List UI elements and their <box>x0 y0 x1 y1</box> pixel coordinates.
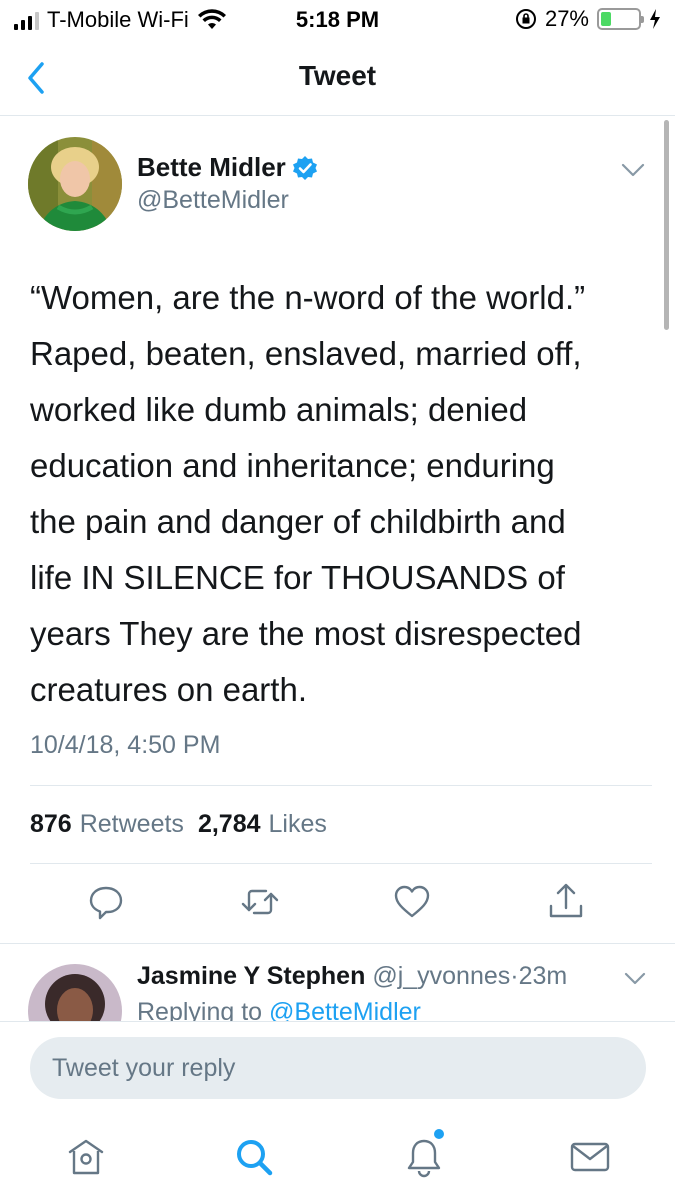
tweet-text-line: worked like dumb animals; denied <box>30 391 528 428</box>
author-name[interactable]: Bette Midler <box>137 152 318 183</box>
orientation-lock-icon <box>515 9 536 29</box>
home-icon[interactable] <box>64 1135 108 1179</box>
tweet-text-line: years They are the most disrespected <box>30 615 582 652</box>
tweet-text-line: creatures on earth. <box>30 671 307 708</box>
tweet-text-line: life IN SILENCE for THOUSANDS of <box>30 559 565 596</box>
status-right: 27% <box>515 6 661 32</box>
tweet-stats: 876 Retweets 2,784 Likes <box>30 810 327 839</box>
status-bar: T-Mobile Wi-Fi 5:18 PM 27% <box>0 0 675 40</box>
reply-time: 23m <box>518 962 568 990</box>
scrollbar[interactable] <box>664 120 669 330</box>
replying-to-prefix: Replying to <box>137 998 263 1021</box>
tweet-text-line: education and inheritance; enduring <box>30 447 555 484</box>
like-icon[interactable] <box>392 880 432 924</box>
tweet-text: “Women, are the n-word of the world.” Ra… <box>30 270 650 718</box>
messages-icon[interactable] <box>568 1135 612 1179</box>
like-label: Likes <box>268 810 327 838</box>
verified-badge-icon <box>292 155 317 180</box>
reply-avatar-image <box>28 964 122 1021</box>
tweet-text-line: “Women, are the n-word of the world.” <box>30 279 586 316</box>
compose-bar <box>0 1021 675 1115</box>
share-icon[interactable] <box>546 880 586 924</box>
search-icon[interactable] <box>232 1135 276 1179</box>
avatar[interactable] <box>28 137 122 231</box>
divider <box>30 785 652 786</box>
notification-dot <box>434 1129 444 1139</box>
likes-stat[interactable]: 2,784 Likes <box>198 810 327 839</box>
battery-icon <box>597 8 644 30</box>
retweets-stat[interactable]: 876 Retweets <box>30 810 184 839</box>
author-handle[interactable]: @BetteMidler <box>137 186 289 215</box>
notifications-icon <box>407 1139 441 1178</box>
reply-input[interactable] <box>30 1037 646 1099</box>
reply-item[interactable]: Jasmine Y Stephen @j_yvonnes·23m Replyin… <box>0 944 675 1021</box>
tweet-timestamp: 10/4/18, 4:50 PM <box>30 731 221 759</box>
avatar-image <box>28 137 122 231</box>
page-title: Tweet <box>298 60 377 91</box>
tweet-actions <box>0 880 675 928</box>
retweet-count: 876 <box>30 810 72 838</box>
chevron-down-icon[interactable] <box>619 160 647 180</box>
tweet-text-line: the pain and danger of childbirth and <box>30 503 566 540</box>
replying-to-link[interactable]: @BetteMidler <box>269 998 421 1021</box>
reply-header: Jasmine Y Stephen @j_yvonnes·23m <box>137 962 567 991</box>
charging-icon <box>650 9 660 29</box>
chevron-down-icon[interactable] <box>623 970 647 988</box>
nav-bar: Tweet <box>0 40 675 116</box>
reply-icon[interactable] <box>86 880 126 924</box>
reply-avatar[interactable] <box>28 964 122 1021</box>
tab-bar <box>0 1115 675 1200</box>
retweet-icon[interactable] <box>240 880 280 924</box>
retweet-label: Retweets <box>79 810 184 838</box>
battery-percent: 27% <box>544 6 589 31</box>
author-name-text: Bette Midler <box>137 152 286 182</box>
notifications-tab[interactable] <box>402 1129 446 1179</box>
divider <box>30 863 652 864</box>
reply-author-handle[interactable]: @j_yvonnes <box>372 962 510 990</box>
like-count: 2,784 <box>197 810 261 838</box>
reply-author-name[interactable]: Jasmine Y Stephen <box>137 962 365 990</box>
replying-to: Replying to @BetteMidler <box>137 998 421 1021</box>
tweet-text-line: Raped, beaten, enslaved, married off, <box>30 335 582 372</box>
reply-separator: · <box>510 962 519 990</box>
